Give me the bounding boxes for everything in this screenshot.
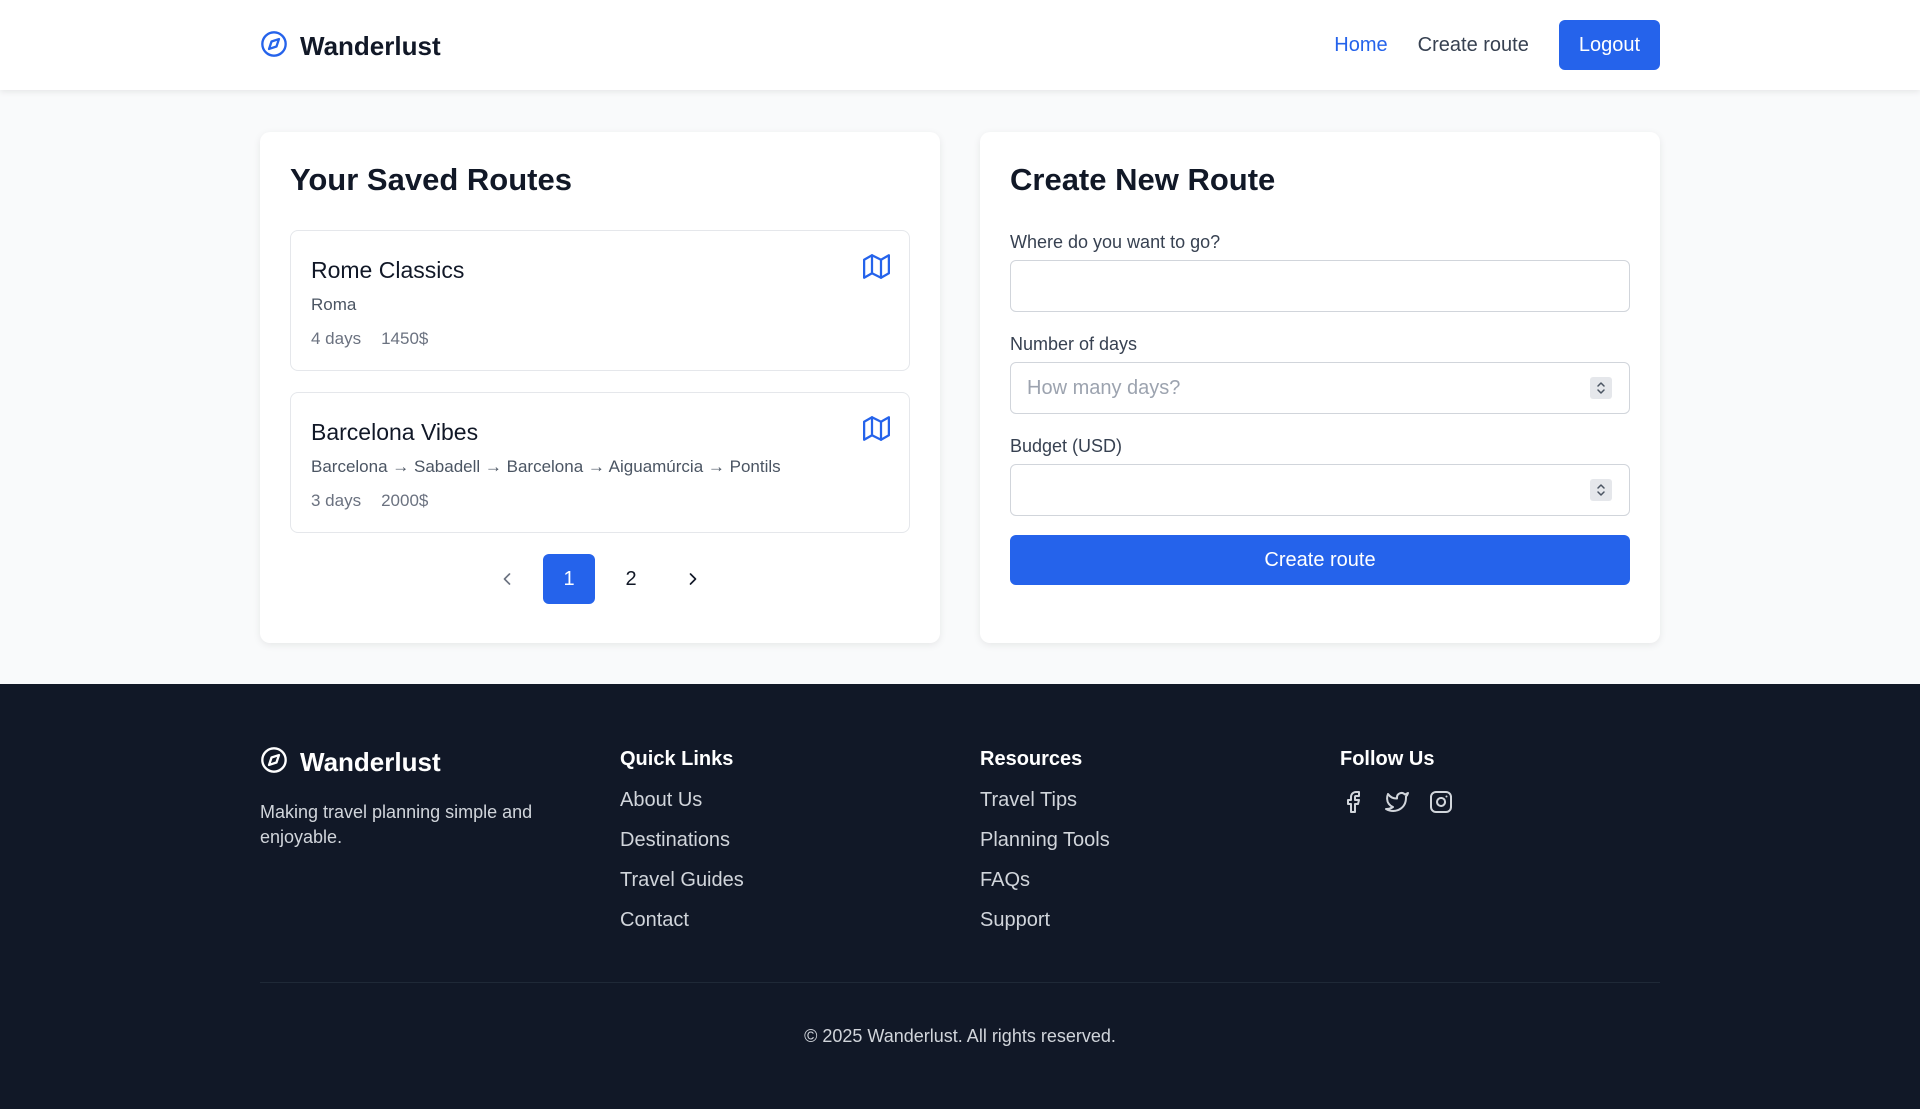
- footer-brand: Wanderlust: [260, 746, 441, 779]
- route-days: 4 days: [311, 329, 362, 348]
- destination-label: Where do you want to go?: [1010, 232, 1221, 252]
- compass-icon: [260, 30, 288, 63]
- page-1-button[interactable]: 1: [543, 554, 595, 604]
- footer-link-travel-tips[interactable]: Travel Tips: [980, 789, 1077, 811]
- footer-tagline: Making travel planning simple and enjoya…: [260, 802, 533, 847]
- brand-logo-link[interactable]: Wanderlust: [260, 28, 441, 64]
- budget-spinner-icon[interactable]: [1590, 479, 1612, 501]
- follow-us-title: Follow Us: [1340, 748, 1435, 770]
- map-icon[interactable]: [861, 251, 891, 281]
- map-icon[interactable]: [861, 413, 891, 443]
- route-name: Barcelona Vibes: [311, 419, 479, 445]
- social-links: [1340, 789, 1454, 815]
- nav-home-link[interactable]: Home: [1334, 34, 1387, 57]
- days-input[interactable]: [1010, 362, 1630, 414]
- create-route-title: Create New Route: [1010, 162, 1276, 197]
- footer-link-travel-guides[interactable]: Travel Guides: [620, 869, 744, 891]
- logout-button[interactable]: Logout: [1558, 20, 1660, 70]
- route-meta: 4 days 1450$: [311, 329, 428, 349]
- pagination: 1 2: [260, 554, 940, 604]
- quick-links-column: Quick Links About Us Destinations Travel…: [620, 748, 744, 949]
- twitter-icon[interactable]: [1384, 789, 1410, 815]
- days-spinner-icon[interactable]: [1590, 377, 1612, 399]
- days-label: Number of days: [1010, 334, 1138, 354]
- footer-link-contact[interactable]: Contact: [620, 909, 689, 931]
- route-card[interactable]: Barcelona Vibes Barcelona → Sabadell → B…: [290, 392, 910, 533]
- route-meta: 3 days 2000$: [311, 491, 428, 511]
- destination-input[interactable]: [1010, 260, 1630, 312]
- route-places: Barcelona → Sabadell → Barcelona → Aigua…: [311, 457, 781, 476]
- main-nav: Home Create route Logout: [1334, 20, 1660, 70]
- create-route-button[interactable]: Create route: [1010, 535, 1630, 585]
- footer-link-faqs[interactable]: FAQs: [980, 869, 1030, 891]
- route-budget: 1450$: [381, 329, 429, 348]
- route-places: Roma: [311, 295, 357, 314]
- instagram-icon[interactable]: [1428, 789, 1454, 815]
- compass-icon: [260, 746, 288, 779]
- route-days: 3 days: [311, 491, 362, 510]
- page-2-button[interactable]: 2: [605, 554, 657, 604]
- chevron-left-icon[interactable]: [481, 554, 533, 604]
- route-card[interactable]: Rome Classics Roma 4 days 1450$: [290, 230, 910, 371]
- saved-routes-card: Your Saved Routes Rome Classics Roma 4 d…: [260, 132, 940, 643]
- footer-link-planning-tools[interactable]: Planning Tools: [980, 829, 1110, 851]
- brand-name: Wanderlust: [300, 30, 441, 61]
- footer-link-support[interactable]: Support: [980, 909, 1050, 931]
- quick-links-title: Quick Links: [620, 748, 734, 770]
- resources-title: Resources: [980, 748, 1083, 770]
- route-budget: 2000$: [381, 491, 429, 510]
- chevron-right-icon[interactable]: [667, 554, 719, 604]
- budget-label: Budget (USD): [1010, 436, 1123, 456]
- footer-link-destinations[interactable]: Destinations: [620, 829, 730, 851]
- facebook-icon[interactable]: [1340, 789, 1366, 815]
- footer-divider: [260, 982, 1660, 983]
- nav-create-route-link[interactable]: Create route: [1418, 34, 1529, 57]
- copyright-text: © 2025 Wanderlust. All rights reserved.: [804, 1026, 1116, 1046]
- budget-input[interactable]: [1010, 464, 1630, 516]
- footer: Wanderlust Making travel planning simple…: [0, 684, 1920, 1109]
- top-navbar: Wanderlust Home Create route Logout: [0, 0, 1920, 90]
- footer-link-about-us[interactable]: About Us: [620, 789, 702, 811]
- create-route-card: Create New Route Where do you want to go…: [980, 132, 1660, 643]
- footer-brand-name: Wanderlust: [300, 747, 441, 777]
- resources-column: Resources Travel Tips Planning Tools FAQ…: [980, 748, 1110, 949]
- follow-us-column: Follow Us: [1340, 748, 1454, 815]
- route-name: Rome Classics: [311, 257, 465, 283]
- saved-routes-title: Your Saved Routes: [290, 162, 572, 197]
